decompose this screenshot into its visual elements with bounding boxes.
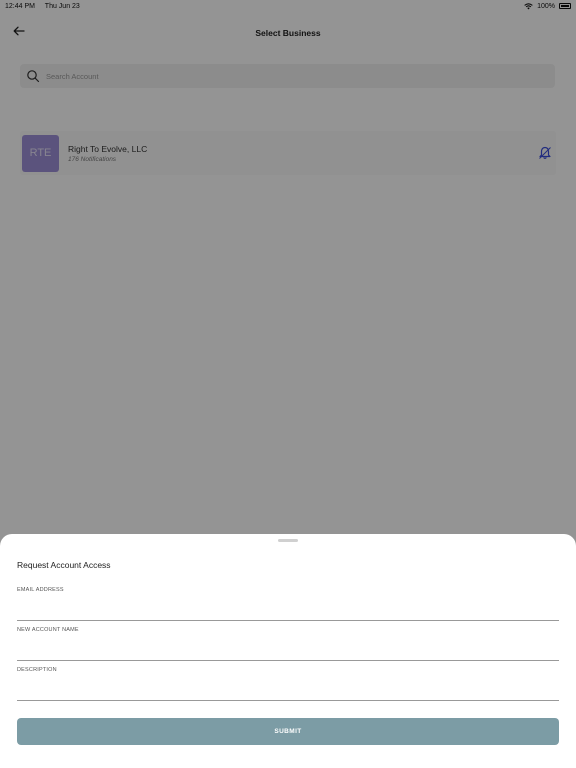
- description-field: DESCRIPTION: [17, 667, 559, 701]
- account-name-label: NEW ACCOUNT NAME: [17, 627, 79, 633]
- request-access-sheet: Request Account Access EMAIL ADDRESS NEW…: [0, 534, 576, 768]
- account-name-field: NEW ACCOUNT NAME: [17, 627, 559, 661]
- email-input[interactable]: [17, 599, 559, 613]
- submit-button[interactable]: SUBMIT: [17, 718, 559, 745]
- account-name-input[interactable]: [17, 639, 559, 653]
- sheet-grabber[interactable]: [278, 539, 298, 542]
- description-label: DESCRIPTION: [17, 667, 57, 673]
- email-field: EMAIL ADDRESS: [17, 587, 559, 621]
- email-label: EMAIL ADDRESS: [17, 587, 64, 593]
- description-input[interactable]: [17, 679, 559, 693]
- sheet-title: Request Account Access: [17, 560, 111, 570]
